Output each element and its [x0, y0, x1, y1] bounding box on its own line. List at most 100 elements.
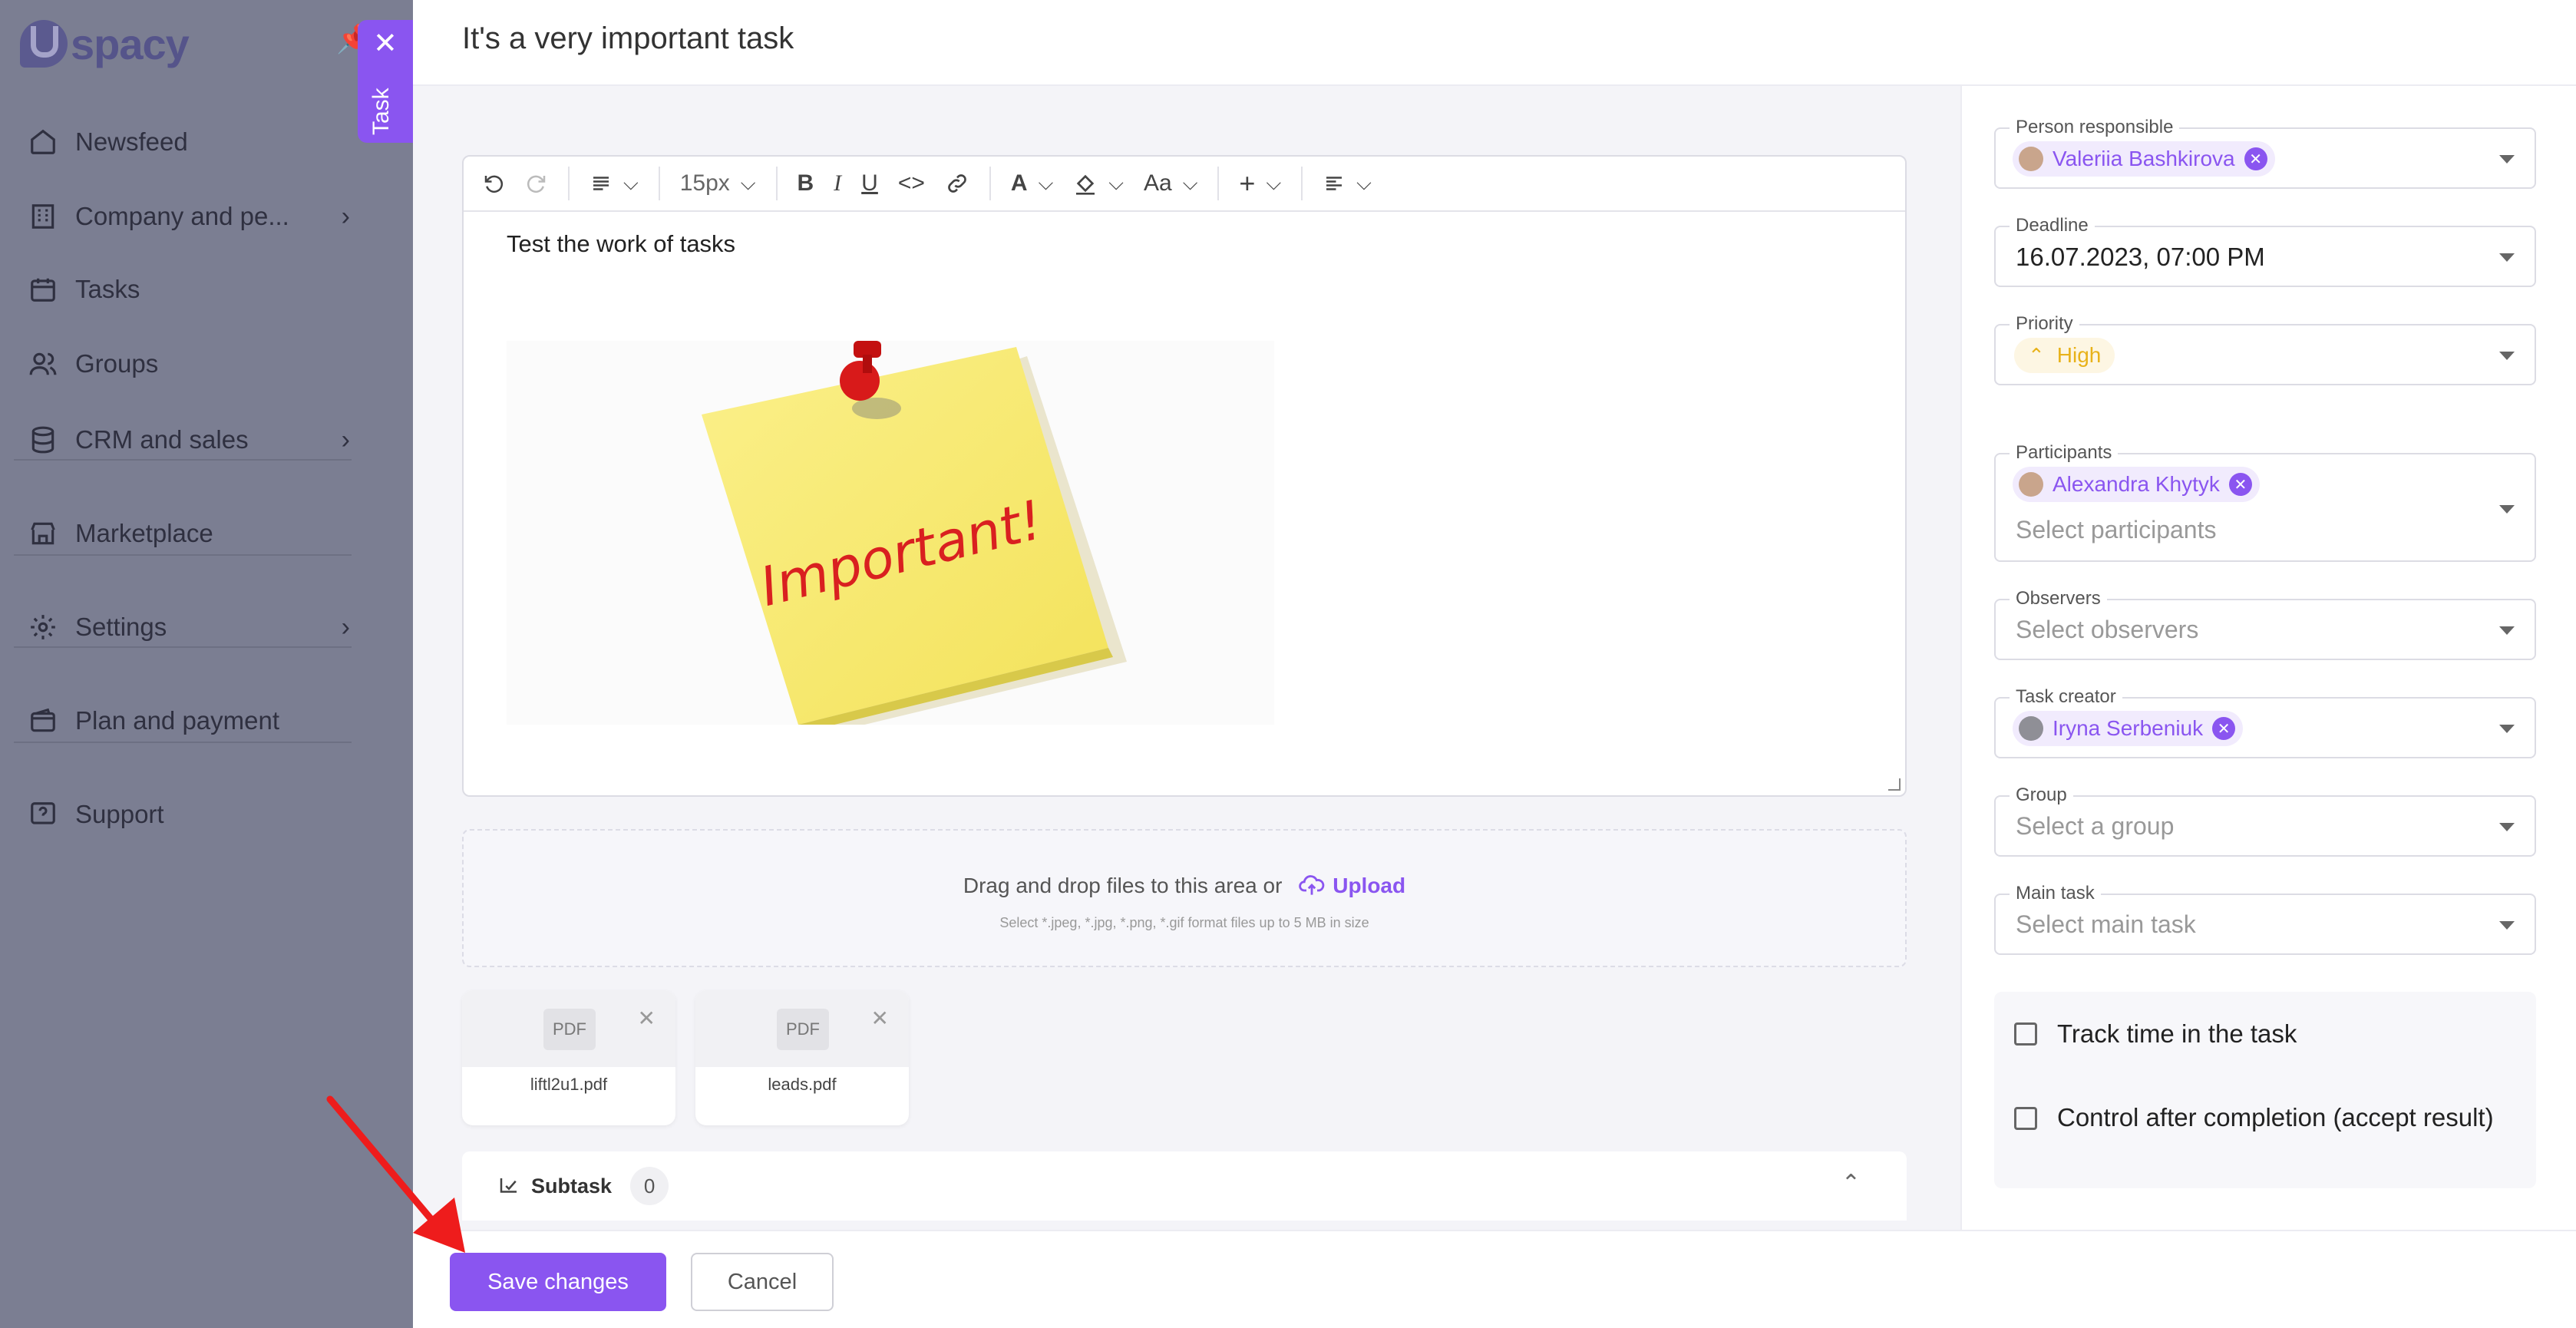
upload-button[interactable]: Upload	[1299, 874, 1405, 897]
deadline-field[interactable]: Deadline 16.07.2023, 07:00 PM	[1994, 215, 2536, 287]
person-responsible-chip: Valeriia Bashkirova ✕	[2013, 141, 2275, 177]
deadline-value: 16.07.2023, 07:00 PM	[2016, 243, 2265, 271]
task-creator-field[interactable]: Task creator Iryna Serbeniuk ✕	[1994, 686, 2536, 758]
field-label: Main task	[2010, 883, 2101, 904]
attached-file[interactable]: PDF ✕ liftl2u1.pdf	[462, 990, 675, 1125]
text-color-dropdown[interactable]: A ⌵	[1011, 156, 1053, 211]
observers-placeholder: Select observers	[2016, 616, 2199, 643]
participants-placeholder[interactable]: Select participants	[2016, 516, 2216, 544]
sidebar-item-support[interactable]: Support	[28, 788, 350, 841]
subtask-label: Subtask	[531, 1174, 613, 1198]
pdf-file-icon: PDF	[777, 1009, 829, 1050]
remove-chip-icon[interactable]: ✕	[2244, 147, 2267, 170]
remove-file-icon[interactable]: ✕	[871, 1006, 889, 1031]
text-lines-icon	[593, 177, 609, 190]
task-properties-panel: Person responsible Valeriia Bashkirova ✕…	[1960, 86, 2576, 1230]
underline-button[interactable]: U	[861, 156, 878, 211]
subtask-section-header[interactable]: Subtask 0 ⌃	[462, 1151, 1907, 1221]
rich-text-editor[interactable]: ⌵ 15px ⌵ B I U <> A ⌵ ⌵ Aa ⌵ + ⌵ ⌵ Test …	[462, 155, 1907, 797]
remove-file-icon[interactable]: ✕	[638, 1006, 656, 1031]
sidebar-item-newsfeed[interactable]: Newsfeed	[28, 115, 350, 169]
file-dropzone[interactable]: Drag and drop files to this area or Uplo…	[462, 829, 1907, 967]
paragraph-format-dropdown[interactable]: ⌵	[590, 156, 639, 211]
upload-cloud-icon	[1299, 875, 1325, 895]
remove-chip-icon[interactable]: ✕	[2228, 473, 2252, 496]
database-icon	[28, 424, 58, 455]
field-label: Deadline	[2010, 215, 2095, 236]
remove-chip-icon[interactable]: ✕	[2212, 717, 2236, 740]
sidebar-item-plan-payment[interactable]: Plan and payment	[28, 694, 350, 748]
important-sticky-note-image[interactable]: Important!	[507, 341, 1274, 735]
group-field[interactable]: Group Select a group	[1994, 785, 2536, 857]
field-label: Participants	[2010, 442, 2119, 464]
align-dropdown[interactable]: ⌵	[1323, 156, 1372, 211]
redo-button[interactable]	[525, 156, 548, 211]
font-case-dropdown[interactable]: Aa ⌵	[1144, 156, 1197, 211]
insert-dropdown[interactable]: + ⌵	[1239, 156, 1281, 211]
dropdown-arrow-icon[interactable]	[2499, 155, 2515, 164]
chevron-right-icon: ›	[341, 424, 350, 454]
bold-button[interactable]: B	[798, 156, 814, 211]
pdf-file-icon: PDF	[543, 1009, 596, 1050]
editor-content-text[interactable]: Test the work of tasks	[507, 230, 735, 258]
align-left-icon	[1326, 177, 1342, 190]
sidebar-item-tasks[interactable]: Tasks	[28, 263, 350, 316]
attached-file[interactable]: PDF ✕ leads.pdf	[695, 990, 909, 1125]
file-name: liftl2u1.pdf	[530, 1075, 608, 1094]
dropdown-arrow-icon[interactable]	[2499, 725, 2515, 733]
control-completion-checkbox[interactable]	[2014, 1107, 2037, 1130]
save-changes-button[interactable]: Save changes	[450, 1253, 666, 1311]
task-tab[interactable]: ✕ Task	[358, 20, 413, 143]
dropdown-arrow-icon[interactable]	[2499, 352, 2515, 360]
avatar	[2019, 716, 2043, 741]
sidebar-item-groups[interactable]: Groups	[28, 337, 350, 391]
undo-button[interactable]	[482, 156, 505, 211]
chevron-down-icon: ⌵	[1266, 171, 1282, 194]
dropdown-arrow-icon[interactable]	[2499, 921, 2515, 930]
font-case-icon: Aa	[1144, 170, 1172, 196]
users-icon	[28, 349, 58, 379]
chevron-right-icon: ›	[341, 612, 350, 642]
sidebar-item-company[interactable]: Company and pe... ›	[28, 190, 350, 243]
priority-value: High	[2056, 343, 2102, 367]
sidebar-item-marketplace[interactable]: Marketplace	[28, 507, 350, 560]
close-icon[interactable]: ✕	[373, 29, 398, 58]
resize-handle[interactable]	[1888, 778, 1901, 791]
page-title[interactable]: It's a very important task	[462, 21, 794, 56]
link-button[interactable]	[945, 156, 969, 211]
highlight-color-dropdown[interactable]: ⌵	[1073, 156, 1124, 211]
task-options: Track time in the task Control after com…	[1994, 992, 2536, 1188]
sidebar-item-label: Settings	[75, 613, 167, 641]
calendar-icon	[28, 274, 58, 305]
person-responsible-field[interactable]: Person responsible Valeriia Bashkirova ✕	[1994, 117, 2536, 189]
building-icon	[28, 201, 58, 232]
chevron-down-icon: ⌵	[740, 171, 756, 194]
priority-field[interactable]: Priority ⌃ High	[1994, 313, 2536, 385]
observers-field[interactable]: Observers Select observers	[1994, 588, 2536, 660]
chevron-up-icon[interactable]: ⌃	[1841, 1170, 1861, 1197]
cancel-button[interactable]: Cancel	[691, 1253, 834, 1311]
track-time-checkbox-row[interactable]: Track time in the task	[2014, 1019, 2297, 1049]
file-preview: PDF ✕	[695, 990, 909, 1067]
home-icon	[28, 127, 58, 157]
main-task-field[interactable]: Main task Select main task	[1994, 883, 2536, 955]
sidebar-item-label: Plan and payment	[75, 706, 280, 735]
sidebar-item-label: Tasks	[75, 275, 140, 303]
toolbar-divider	[658, 167, 660, 200]
dropdown-arrow-icon[interactable]	[2499, 253, 2515, 262]
field-label: Priority	[2010, 313, 2079, 335]
control-completion-checkbox-row[interactable]: Control after completion (accept result)	[2014, 1099, 2505, 1136]
dropdown-arrow-icon[interactable]	[2499, 626, 2515, 635]
dropdown-arrow-icon[interactable]	[2499, 505, 2515, 514]
app-logo[interactable]: spacy	[20, 17, 190, 71]
code-button[interactable]: <>	[898, 156, 925, 211]
task-creator-chip: Iryna Serbeniuk ✕	[2013, 711, 2244, 746]
track-time-checkbox[interactable]	[2014, 1022, 2037, 1046]
dropdown-arrow-icon[interactable]	[2499, 823, 2515, 831]
font-size-dropdown[interactable]: 15px ⌵	[680, 156, 756, 211]
italic-button[interactable]: I	[834, 156, 841, 211]
track-time-label: Track time in the task	[2057, 1019, 2297, 1048]
subtask-icon	[500, 1178, 517, 1193]
participants-field[interactable]: Participants Alexandra Khytyk ✕ Select p…	[1994, 442, 2536, 562]
wallet-icon	[28, 705, 58, 736]
